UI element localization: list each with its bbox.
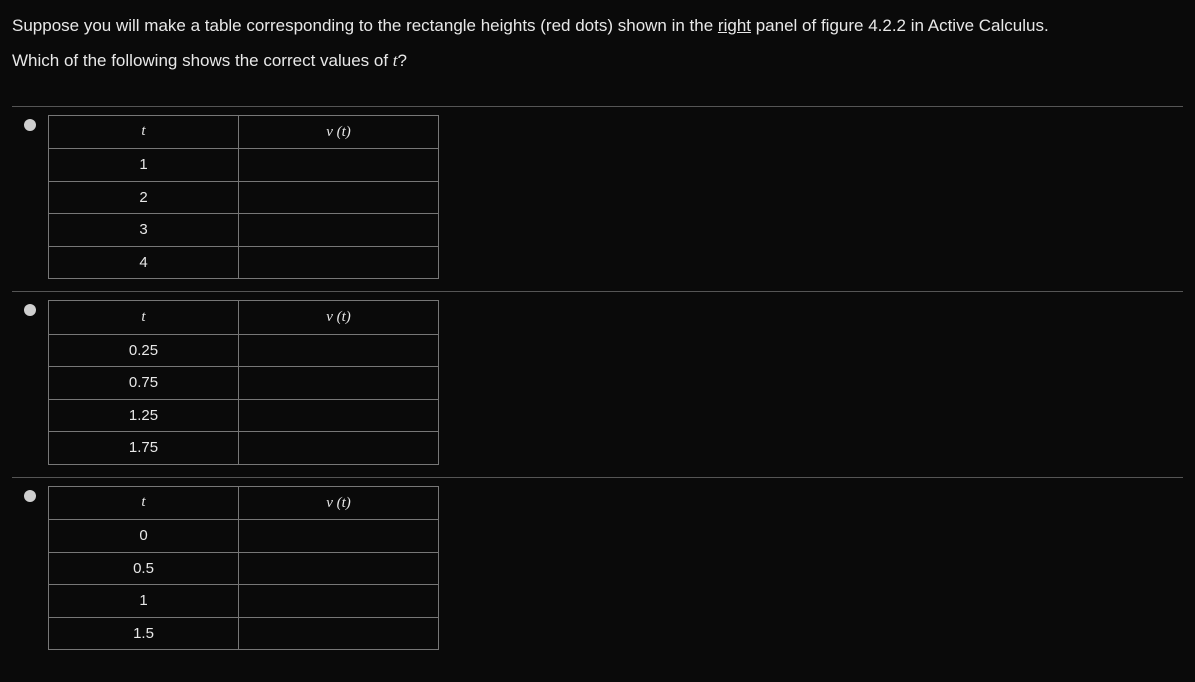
- radio-cell[interactable]: [12, 300, 48, 316]
- radio-cell[interactable]: [12, 115, 48, 131]
- v-cell: [239, 432, 439, 465]
- question-line-1: Suppose you will make a table correspond…: [12, 12, 1183, 41]
- option-row-1[interactable]: t v (t) 1 2 3 4: [12, 106, 1183, 292]
- t-header: t: [49, 486, 239, 520]
- t-cell: 1.5: [49, 617, 239, 650]
- t-cell: 1: [49, 149, 239, 182]
- option-content: t v (t) 1 2 3 4: [48, 115, 439, 292]
- t-header: t: [49, 301, 239, 335]
- radio-icon: [24, 304, 36, 316]
- v-cell: [239, 552, 439, 585]
- radio-cell[interactable]: [12, 486, 48, 502]
- t-cell: 1: [49, 585, 239, 618]
- t-cell: 0: [49, 520, 239, 553]
- t-cell: 1.75: [49, 432, 239, 465]
- option-content: t v (t) 0.25 0.75 1.25 1.75: [48, 300, 439, 477]
- option-table-3: t v (t) 0 0.5 1 1.5: [48, 486, 439, 651]
- question-line-2: Which of the following shows the correct…: [12, 47, 1183, 76]
- t-cell: 2: [49, 181, 239, 214]
- option-row-3[interactable]: t v (t) 0 0.5 1 1.5: [12, 477, 1183, 663]
- q-line2-pre: Which of the following shows the correct…: [12, 51, 393, 70]
- radio-icon: [24, 490, 36, 502]
- q-line1-pre: Suppose you will make a table correspond…: [12, 16, 718, 35]
- q-line1-underlined: right: [718, 16, 751, 35]
- option-table-2: t v (t) 0.25 0.75 1.25 1.75: [48, 300, 439, 465]
- option-row-2[interactable]: t v (t) 0.25 0.75 1.25 1.75: [12, 291, 1183, 477]
- v-header: v (t): [239, 115, 439, 149]
- v-cell: [239, 367, 439, 400]
- t-header: t: [49, 115, 239, 149]
- v-cell: [239, 214, 439, 247]
- t-cell: 0.75: [49, 367, 239, 400]
- t-cell: 0.5: [49, 552, 239, 585]
- v-cell: [239, 246, 439, 279]
- v-cell: [239, 334, 439, 367]
- t-cell: 4: [49, 246, 239, 279]
- radio-icon: [24, 119, 36, 131]
- v-cell: [239, 399, 439, 432]
- v-cell: [239, 520, 439, 553]
- v-cell: [239, 181, 439, 214]
- t-cell: 3: [49, 214, 239, 247]
- v-cell: [239, 585, 439, 618]
- question-stem: Suppose you will make a table correspond…: [12, 12, 1183, 76]
- v-header: v (t): [239, 301, 439, 335]
- option-table-1: t v (t) 1 2 3 4: [48, 115, 439, 280]
- q-line2-post: ?: [398, 51, 407, 70]
- t-cell: 1.25: [49, 399, 239, 432]
- option-content: t v (t) 0 0.5 1 1.5: [48, 486, 439, 663]
- v-cell: [239, 617, 439, 650]
- v-cell: [239, 149, 439, 182]
- t-cell: 0.25: [49, 334, 239, 367]
- v-header: v (t): [239, 486, 439, 520]
- q-line1-post: panel of figure 4.2.2 in Active Calculus…: [751, 16, 1049, 35]
